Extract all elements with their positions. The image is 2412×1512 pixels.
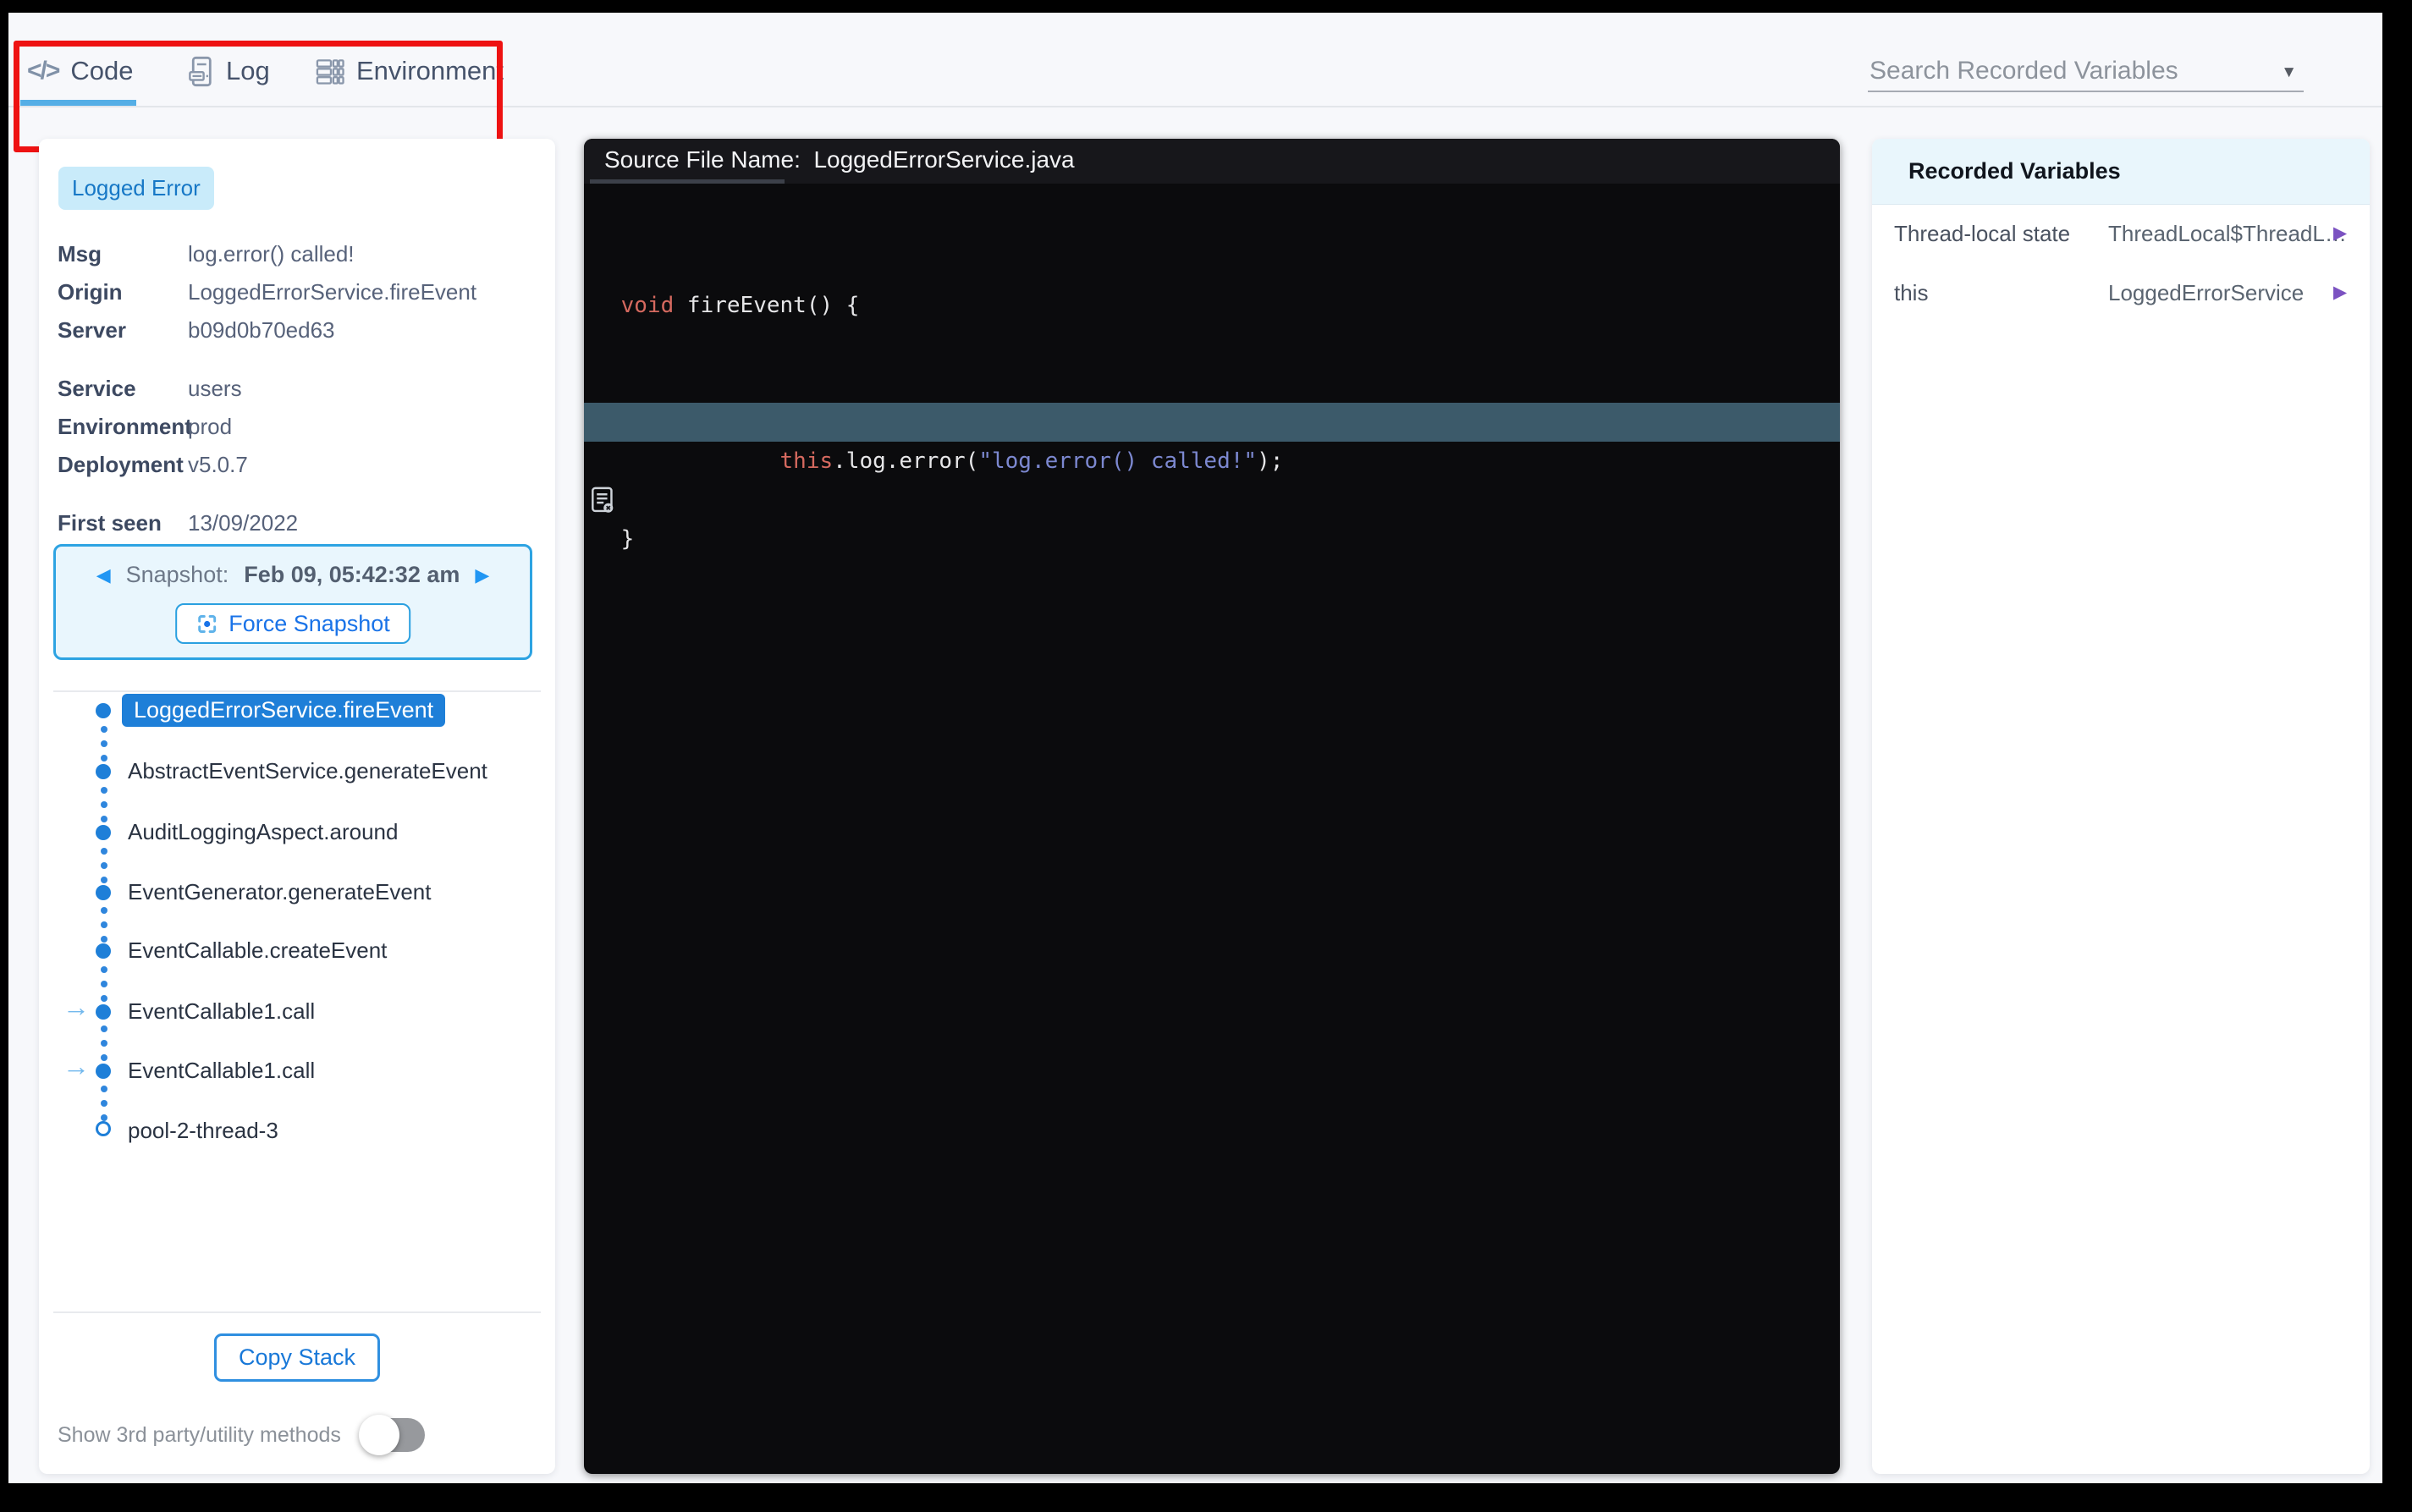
deployment-row: Deploymentv5.0.7 <box>58 446 543 484</box>
msg-row: Msglog.error() called! <box>58 235 543 273</box>
variable-name: Thread-local state <box>1894 221 2070 247</box>
tab-log[interactable]: Log <box>188 45 270 97</box>
recorded-variables-panel: Recorded Variables Thread-local state Th… <box>1872 139 2370 1474</box>
frame-dot <box>96 1004 111 1020</box>
search-recorded-variables-dropdown[interactable]: Search Recorded Variables ▼ <box>1868 53 2304 92</box>
variable-row: Thread-local state ThreadLocal$ThreadL… … <box>1872 218 2370 249</box>
toggle-knob <box>359 1415 399 1455</box>
source-file-name: LoggedErrorService.java <box>813 146 1074 173</box>
code-line-highlighted[interactable]: this.log.error("log.error() called!"); <box>584 403 1840 442</box>
stack-frame[interactable]: EventGenerator.generateEvent <box>128 879 431 905</box>
variable-row: this LoggedErrorService ▶ <box>1872 278 2370 308</box>
stack-frame[interactable]: EventCallable.createEvent <box>128 937 387 964</box>
current-frame-arrow-icon: → <box>63 1051 90 1082</box>
tab-code-label: Code <box>70 56 133 86</box>
source-file-label: Source File Name: <box>604 146 801 173</box>
dropdown-caret-icon: ▼ <box>2281 63 2297 82</box>
stack-frame[interactable]: AbstractEventService.generateEvent <box>128 758 487 784</box>
tab-environment-label: Environment <box>356 56 504 86</box>
tab-log-label: Log <box>226 56 270 86</box>
frame-dot <box>96 885 111 900</box>
frame-dot <box>96 943 111 959</box>
app-window: </> Code Log Environment Search Reco <box>8 13 2382 1483</box>
copy-stack-button[interactable]: Copy Stack <box>214 1333 380 1382</box>
stack-frame[interactable]: AuditLoggingAspect.around <box>128 819 398 845</box>
variable-name: this <box>1894 280 1928 306</box>
tab-code[interactable]: </> Code <box>27 45 133 97</box>
recorded-variables-header: Recorded Variables <box>1872 139 2370 205</box>
code-icon: </> <box>27 57 58 85</box>
stack-frame[interactable]: EventCallable1.call <box>128 1058 315 1084</box>
section-divider <box>53 690 541 692</box>
snapshot-navigator: ◀ Snapshot: Feb 09, 05:42:32 am ▶ Force … <box>53 544 532 660</box>
previous-snapshot-button[interactable]: ◀ <box>96 564 111 586</box>
expand-variable-icon[interactable]: ▶ <box>2333 282 2347 303</box>
server-row: Serverb09d0b70ed63 <box>58 311 543 349</box>
section-divider <box>53 1311 541 1313</box>
snapshot-timestamp: Feb 09, 05:42:32 am <box>244 562 460 588</box>
code-view: void fireEvent() { this.log.error("log.e… <box>584 184 1840 636</box>
logged-error-badge: Logged Error <box>58 167 214 210</box>
current-frame-arrow-icon: → <box>63 992 90 1023</box>
search-placeholder: Search Recorded Variables <box>1870 57 2178 85</box>
variable-value: ThreadLocal$ThreadL… <box>2108 221 2347 247</box>
next-snapshot-button[interactable]: ▶ <box>475 564 489 586</box>
variable-value: LoggedErrorService <box>2108 280 2304 306</box>
deployment-group: Serviceusers Environmentprod Deploymentv… <box>58 370 543 484</box>
environment-row: Environmentprod <box>58 408 543 446</box>
environment-icon <box>315 57 344 86</box>
origin-row: OriginLoggedErrorService.fireEvent <box>58 273 543 311</box>
frame-dot <box>96 764 111 779</box>
header-divider <box>8 106 2382 107</box>
snapshot-breakpoint-icon[interactable] <box>591 409 724 591</box>
code-line: void fireEvent() { <box>584 286 1840 325</box>
first-seen-row: First seen13/09/2022 <box>58 504 543 542</box>
force-snapshot-label: Force Snapshot <box>229 611 390 637</box>
service-row: Serviceusers <box>58 370 543 408</box>
recorded-variables-title: Recorded Variables <box>1908 139 2121 204</box>
error-meta-group: Msglog.error() called! OriginLoggedError… <box>58 235 543 349</box>
show-3rd-party-toggle[interactable] <box>362 1418 425 1452</box>
frame-dot <box>96 1064 111 1079</box>
code-line: } <box>584 520 1840 558</box>
stack-frame-selected[interactable]: LoggedErrorService.fireEvent <box>122 694 445 727</box>
stack-frame[interactable]: EventCallable1.call <box>128 998 315 1025</box>
thread-name: pool-2-thread-3 <box>128 1118 278 1144</box>
log-icon <box>188 56 214 87</box>
scan-focus-icon <box>195 613 218 635</box>
snapshot-label: Snapshot: <box>126 562 229 588</box>
frame-dot <box>96 703 111 718</box>
expand-variable-icon[interactable]: ▶ <box>2333 223 2347 244</box>
code-editor-panel: Source File Name: LoggedErrorService.jav… <box>584 139 1840 1474</box>
error-details-panel: Logged Error Msglog.error() called! Orig… <box>39 139 555 1474</box>
thread-dot <box>96 1121 111 1136</box>
force-snapshot-button[interactable]: Force Snapshot <box>175 603 410 644</box>
tab-environment[interactable]: Environment <box>315 45 504 97</box>
editor-header: Source File Name: LoggedErrorService.jav… <box>584 139 1840 184</box>
frame-dot <box>96 825 111 840</box>
show-3rd-party-label: Show 3rd party/utility methods <box>58 1423 341 1448</box>
